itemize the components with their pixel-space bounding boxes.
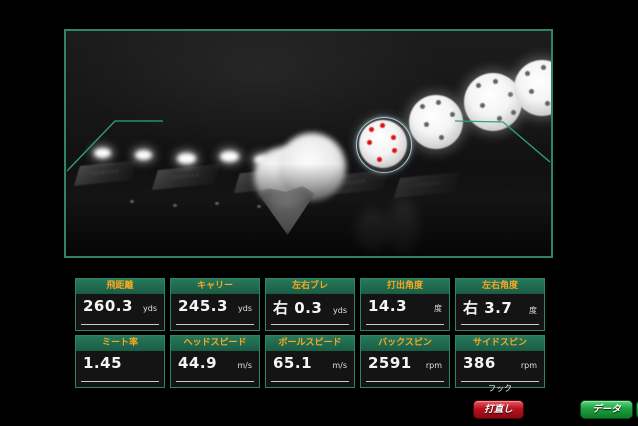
metric-value: 2591	[368, 354, 412, 372]
metric-panel-sidespin: サイドスピン 386 rpm フック	[455, 335, 545, 388]
metric-unit: yds	[238, 304, 252, 313]
metric-value: 右 3.7	[463, 297, 512, 318]
metric-label: 飛距離	[76, 279, 164, 294]
metric-unit: rpm	[426, 361, 442, 370]
metric-label: ミート率	[76, 336, 164, 351]
metric-label: ボールスピード	[266, 336, 354, 351]
metric-value: 65.1	[273, 354, 312, 372]
metric-label: 打出角度	[361, 279, 449, 294]
metric-value: 右 0.3	[273, 297, 322, 318]
metrics-row-bottom: ミート率 1.45 ヘッドスピード 44.9 m/s ボールスピード 65.1 …	[75, 335, 545, 388]
metric-unit: 度	[529, 305, 537, 316]
metric-value: 44.9	[178, 354, 217, 372]
metric-label: サイドスピン	[456, 336, 544, 351]
metric-value: 245.3	[178, 297, 228, 315]
metric-value: 1.45	[83, 354, 122, 372]
metric-unit: m/s	[332, 361, 347, 370]
metric-panel-head-speed: ヘッドスピード 44.9 m/s	[170, 335, 260, 388]
ground-shadow	[66, 164, 551, 256]
spin-direction-note: フック	[461, 383, 539, 394]
metric-panel-distance: 飛距離 260.3 yds	[75, 278, 165, 331]
metric-panel-lateral-deviation: 左右ブレ 右 0.3 yds	[265, 278, 355, 331]
data-button[interactable]: データ	[580, 400, 633, 419]
retry-shot-button[interactable]: 打直し	[473, 400, 524, 419]
metric-label: バックスピン	[361, 336, 449, 351]
metric-panel-backspin: バックスピン 2591 rpm	[360, 335, 450, 388]
metric-label: キャリー	[171, 279, 259, 294]
metric-panel-ball-speed: ボールスピード 65.1 m/s	[265, 335, 355, 388]
metric-unit: yds	[143, 304, 157, 313]
metric-value: 260.3	[83, 297, 133, 315]
metrics-row-top: 飛距離 260.3 yds キャリー 245.3 yds 左右ブレ 右 0.3 …	[75, 278, 545, 331]
metric-label: ヘッドスピード	[171, 336, 259, 351]
metric-panel-direction-angle: 左右角度 右 3.7 度	[455, 278, 545, 331]
metric-value: 14.3	[368, 297, 407, 315]
metric-panel-smash-factor: ミート率 1.45	[75, 335, 165, 388]
metric-panel-carry: キャリー 245.3 yds	[170, 278, 260, 331]
metric-unit: rpm	[521, 361, 537, 370]
metric-label: 左右角度	[456, 279, 544, 294]
camera-view: YAMAHA YAMAHA YAMAHA YAMAHA YAMAHA	[64, 29, 553, 258]
metric-unit: m/s	[237, 361, 252, 370]
metric-value: 386	[463, 354, 496, 372]
metric-panel-launch-angle: 打出角度 14.3 度	[360, 278, 450, 331]
metric-label: 左右ブレ	[266, 279, 354, 294]
metric-unit: yds	[333, 306, 347, 315]
metric-unit: 度	[434, 303, 442, 314]
launch-monitor-screen: YAMAHA YAMAHA YAMAHA YAMAHA YAMAHA	[0, 0, 638, 426]
